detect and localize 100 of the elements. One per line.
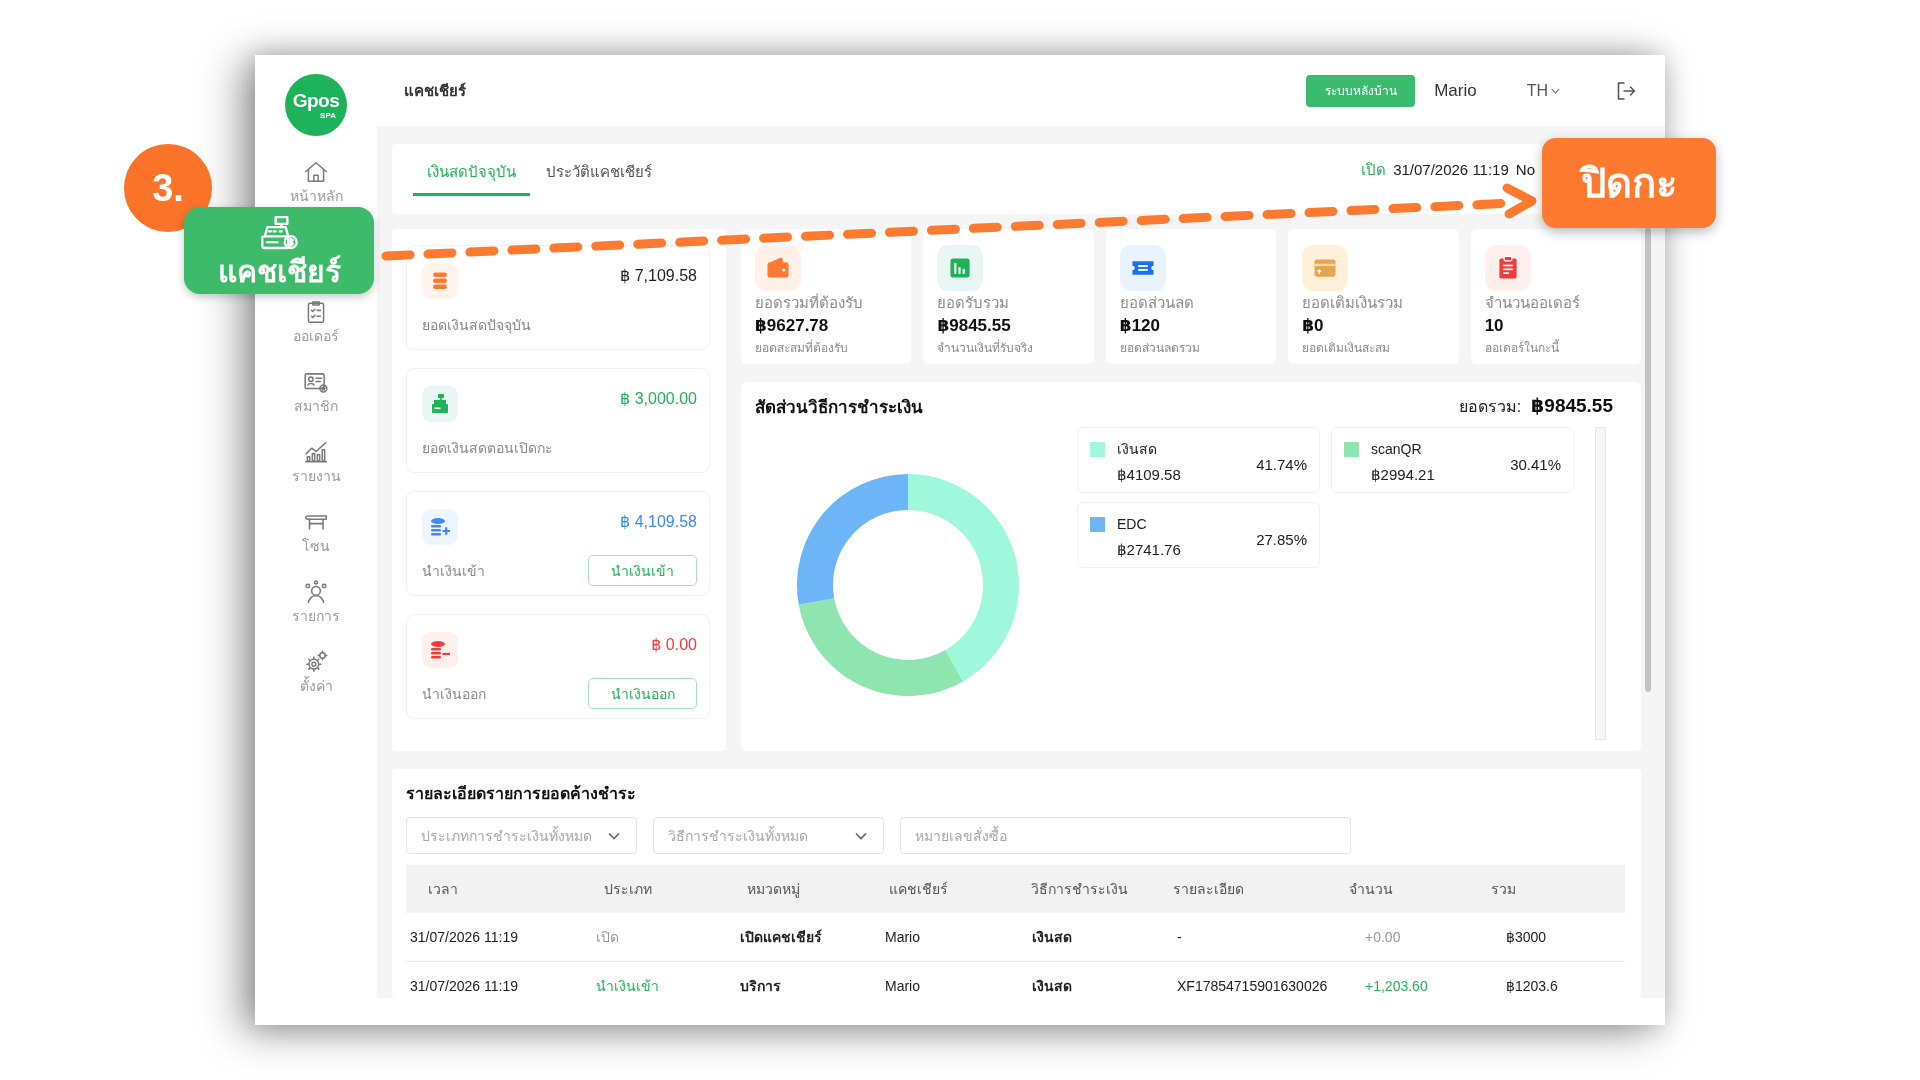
chevron-down-icon <box>855 831 867 840</box>
clipboard-icon <box>1484 245 1531 291</box>
stat-value: ฿9627.78 <box>755 315 829 337</box>
sidebar-item[interactable]: ออเดอร์ <box>255 299 377 345</box>
table-cell-text: ฿3000 <box>1505 929 1548 945</box>
cash-amount: ฿ 3,000.00 <box>620 389 697 408</box>
coins-icon <box>422 263 458 299</box>
column-header: รวม <box>1490 880 1517 899</box>
sidebar-item[interactable]: โซน <box>255 509 377 555</box>
sidebar-item[interactable]: สมาชิก <box>255 369 377 415</box>
column-header: รายละเอียด <box>1172 880 1245 899</box>
column-header: วิธีการชำระเงิน <box>1030 880 1129 899</box>
column-header: เวลา <box>427 880 459 899</box>
sidebar-item[interactable]: แคชเชียร์ <box>184 207 374 294</box>
stat-value: ฿120 <box>1119 315 1160 337</box>
table-cell-text: เปิดแคชเชียร์ <box>739 928 823 947</box>
filter-dropdown[interactable]: ประเภทการชำระเงินทั้งหมด <box>406 817 637 854</box>
stat-note: ออเดอร์ในกะนี้ <box>1484 340 1559 356</box>
table-cell-text: Mario <box>884 978 921 994</box>
legend-label: scanQR <box>1371 441 1422 457</box>
section-title: รายละเอียดรายการยอดค้างชำระ <box>406 784 636 804</box>
order-number-field[interactable]: หมายเลขสั่งซื้อ <box>900 817 1351 854</box>
table-cell-text: Mario <box>884 929 921 945</box>
stat-note: ยอดเติมเงินสะสม <box>1302 340 1391 356</box>
bar-chart-icon <box>937 245 984 291</box>
credit-card-icon <box>1302 245 1349 291</box>
chevron-down-icon <box>608 831 620 840</box>
ticket-icon <box>1119 245 1166 291</box>
table-cell-text: ฿1203.6 <box>1505 978 1559 994</box>
person-icon <box>303 579 329 605</box>
table-cell-text: 31/07/2026 11:19 <box>409 978 519 994</box>
tab[interactable]: ประวัติแคชเชียร์ <box>532 150 666 196</box>
sidebar-item[interactable]: ตั้งค่า <box>255 649 377 695</box>
backoffice-button[interactable]: ระบบหลังบ้าน <box>1306 74 1416 107</box>
column-header: จำนวน <box>1348 880 1394 899</box>
cash-action-button[interactable]: นำเงินออก <box>588 678 697 709</box>
caret-icon <box>1551 87 1560 94</box>
table-cell-text: เปิด <box>595 928 620 947</box>
page-title: แคชเชียร์ <box>404 80 466 101</box>
logout-icon[interactable] <box>1616 80 1636 101</box>
shift-status: เปิด <box>1361 160 1387 180</box>
logo-subtext: SPA <box>320 110 336 120</box>
house-icon <box>303 159 329 185</box>
legend-amount: ฿2994.21 <box>1371 466 1435 484</box>
legend-label: EDC <box>1117 516 1147 532</box>
table-cell-text: นำเงินเข้า <box>595 977 660 996</box>
cash-amount: ฿ 0.00 <box>651 635 697 654</box>
table-cell-text: เงินสด <box>1031 928 1073 947</box>
legend-percent: 30.41% <box>1510 455 1561 473</box>
table-cell-text: บริการ <box>739 977 782 996</box>
stat-label: จำนวนออเดอร์ <box>1484 294 1580 312</box>
cash-label: ยอดเงินสดตอนเปิดกะ <box>422 438 553 458</box>
shift-number: No <box>1515 160 1535 180</box>
table-cell-text: +1,203.60 <box>1364 978 1429 994</box>
coins-minus-icon <box>422 632 458 668</box>
filter-dropdown[interactable]: วิธีการชำระเงินทั้งหมด <box>653 817 884 854</box>
table-cell-text: เงินสด <box>1031 977 1073 996</box>
stat-value: ฿0 <box>1302 315 1324 337</box>
tab[interactable]: เงินสดปัจจุบัน <box>413 150 530 196</box>
legend-percent: 41.74% <box>1256 455 1307 473</box>
scrollbar-thumb[interactable] <box>1645 228 1651 692</box>
coins-plus-icon <box>422 509 458 545</box>
cash-amount: ฿ 4,109.58 <box>620 512 697 531</box>
table-cell-text: +0.00 <box>1364 929 1402 945</box>
legend-label: เงินสด <box>1117 440 1157 459</box>
stat-label: ยอดรับรวม <box>937 294 1010 312</box>
wallet-icon <box>755 245 801 291</box>
cash-action-button[interactable]: นำเงินเข้า <box>588 555 697 586</box>
stat-note: จำนวนเงินที่รับจริง <box>937 340 1034 356</box>
legend-amount: ฿4109.58 <box>1117 466 1181 484</box>
table-cell-text: XF17854715901630026 <box>1176 978 1329 994</box>
total-value: ฿9845.55 <box>1531 393 1613 417</box>
shift-open-time: 31/07/2026 11:19 <box>1393 160 1509 180</box>
language-selector[interactable]: TH <box>1526 81 1560 100</box>
chart-title: สัดส่วนวิธีการชำระเงิน <box>755 396 923 419</box>
legend-amount: ฿2741.76 <box>1117 541 1181 559</box>
stat-value: 10 <box>1484 315 1504 337</box>
stat-note: ยอดสะสมที่ต้องรับ <box>755 340 848 356</box>
logo-text: Gpos <box>292 90 340 111</box>
cash-label: นำเงินออก <box>422 684 486 704</box>
sidebar-item[interactable]: หน้าหลัก <box>255 159 377 205</box>
table-cell-text: 31/07/2026 11:19 <box>409 929 519 945</box>
user-name: Mario <box>1434 80 1477 101</box>
stat-label: ยอดส่วนลด <box>1119 294 1194 312</box>
cash-amount: ฿ 7,109.58 <box>620 266 697 285</box>
column-header: แคชเชียร์ <box>888 880 949 899</box>
column-header: ประเภท <box>603 880 653 899</box>
bar-chart-icon <box>303 439 329 465</box>
table-cell-text: - <box>1176 929 1183 945</box>
stat-label: ยอดรวมที่ต้องรับ <box>755 294 863 312</box>
stat-label: ยอดเติมเงินรวม <box>1302 294 1404 312</box>
gear-icon <box>303 649 329 675</box>
sidebar-item[interactable]: รายการ <box>255 579 377 625</box>
sidebar-item[interactable]: รายงาน <box>255 439 377 485</box>
cash-register-icon <box>422 386 458 422</box>
legend-percent: 27.85% <box>1256 530 1307 548</box>
close-shift-button[interactable]: ปิดกะ <box>1542 138 1716 228</box>
cash-label: นำเงินเข้า <box>422 561 485 581</box>
total-label: ยอดรวม: <box>1458 396 1522 417</box>
scrollbar-track[interactable] <box>1595 427 1606 740</box>
